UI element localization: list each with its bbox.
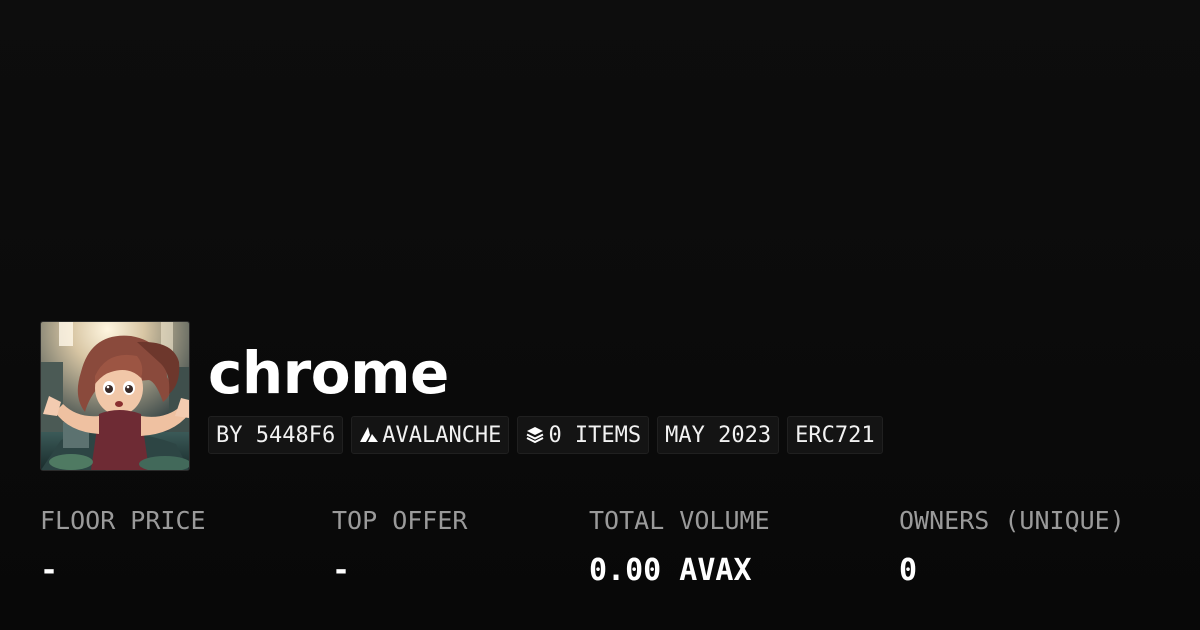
date-pill: MAY 2023 bbox=[657, 416, 780, 454]
standard-pill: ERC721 bbox=[787, 416, 883, 454]
collection-meta-pills: BY 5448F6 AVALANCHE 0 ITEMS MAY 2023 ERC… bbox=[208, 416, 883, 454]
creator-label: BY 5448F6 bbox=[216, 422, 336, 448]
collection-title: chrome bbox=[208, 339, 449, 407]
date-label: MAY 2023 bbox=[665, 422, 772, 448]
anime-character-image bbox=[41, 322, 189, 470]
items-label: 0 ITEMS bbox=[548, 422, 642, 448]
top-offer-label: TOP OFFER bbox=[332, 506, 468, 535]
creator-pill[interactable]: BY 5448F6 bbox=[208, 416, 344, 454]
owners-label: OWNERS (UNIQUE) bbox=[899, 506, 1125, 535]
owners-value: 0 bbox=[899, 553, 918, 588]
floor-price-label: FLOOR PRICE bbox=[40, 506, 206, 535]
avalanche-logo-icon bbox=[359, 425, 379, 445]
owners-stat: OWNERS (UNIQUE) 0 bbox=[899, 503, 1125, 591]
total-volume-stat: TOTAL VOLUME 0.00 AVAX bbox=[589, 503, 770, 591]
floor-price-value: - bbox=[40, 553, 59, 588]
collection-stats: FLOOR PRICE - TOP OFFER - TOTAL VOLUME 0… bbox=[40, 503, 1180, 603]
collection-info: chrome BY 5448F6 AVALANCHE 0 ITEMS MAY 2… bbox=[208, 321, 883, 454]
floor-price-stat: FLOOR PRICE - bbox=[40, 503, 206, 591]
chain-pill[interactable]: AVALANCHE bbox=[351, 416, 510, 454]
total-volume-label: TOTAL VOLUME bbox=[589, 506, 770, 535]
chain-label: AVALANCHE bbox=[382, 422, 502, 448]
layers-icon bbox=[525, 425, 545, 445]
top-offer-value: - bbox=[332, 553, 351, 588]
collection-avatar bbox=[40, 321, 190, 471]
standard-label: ERC721 bbox=[795, 422, 875, 448]
collection-header: chrome BY 5448F6 AVALANCHE 0 ITEMS MAY 2… bbox=[40, 321, 883, 471]
total-volume-value: 0.00 AVAX bbox=[589, 553, 752, 588]
top-offer-stat: TOP OFFER - bbox=[332, 503, 467, 591]
items-pill[interactable]: 0 ITEMS bbox=[517, 416, 650, 454]
